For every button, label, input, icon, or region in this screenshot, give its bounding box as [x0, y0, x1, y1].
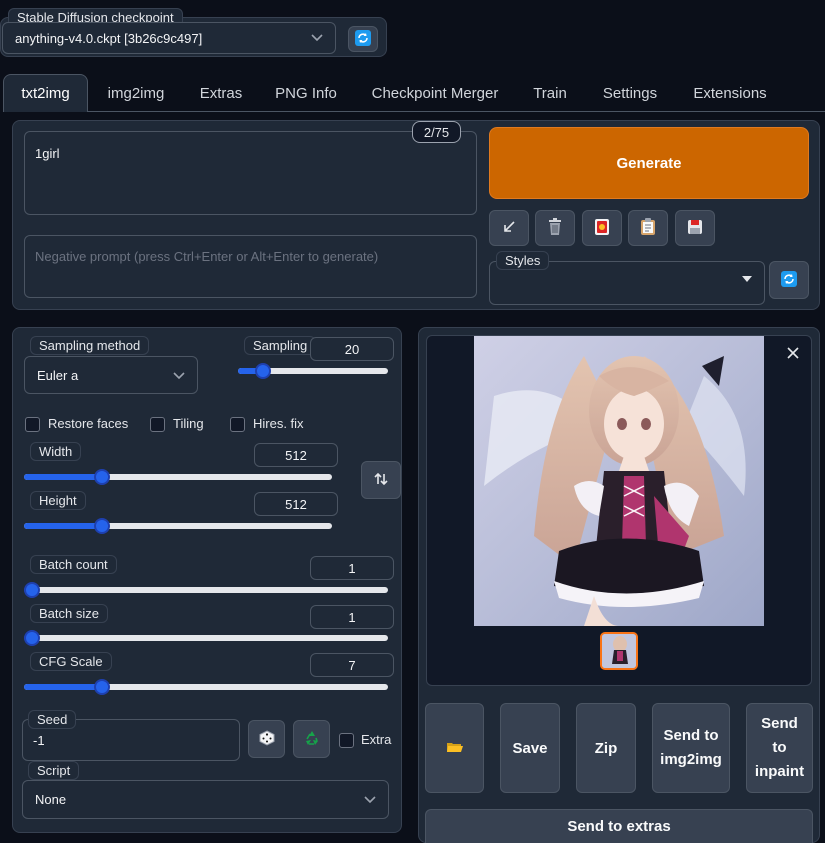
height-input[interactable]: 512	[254, 492, 338, 516]
extra-seed-label: Extra	[361, 732, 392, 747]
send-to-extras-button[interactable]: Send to extras	[425, 809, 813, 843]
batch-count-input[interactable]: 1	[310, 556, 394, 580]
batch-size-input[interactable]: 1	[310, 605, 394, 629]
token-counter: 2/75	[412, 121, 461, 143]
batch-size-label: Batch size	[30, 604, 108, 623]
gallery-thumbnail[interactable]	[600, 632, 638, 670]
swap-arrows-icon	[374, 472, 388, 489]
script-value: None	[35, 792, 67, 807]
script-dropdown[interactable]: None	[22, 780, 389, 819]
card-icon	[594, 218, 610, 239]
tab-settings[interactable]: Settings	[590, 74, 670, 112]
zip-label: Zip	[594, 739, 618, 757]
tab-extras[interactable]: Extras	[190, 74, 252, 112]
tab-checkpoint-merger[interactable]: Checkpoint Merger	[360, 74, 510, 112]
random-seed-button[interactable]	[248, 720, 285, 758]
script-label: Script	[28, 761, 80, 780]
recycle-icon	[303, 729, 321, 750]
width-input[interactable]: 512	[254, 443, 338, 467]
send-to-img2img-button[interactable]: Send to img2img	[652, 703, 730, 793]
styles-refresh-button[interactable]	[769, 261, 809, 299]
apply-style-button[interactable]	[628, 210, 668, 246]
generate-button[interactable]: Generate	[489, 127, 809, 199]
reuse-seed-button[interactable]	[293, 720, 330, 758]
prompt-text: 1girl	[35, 146, 60, 161]
save-button[interactable]: Save	[500, 703, 560, 793]
negative-prompt-input[interactable]: Negative prompt (press Ctrl+Enter or Alt…	[24, 235, 477, 298]
batch-count-label: Batch count	[30, 555, 117, 574]
tab-txt2img[interactable]: txt2img	[3, 74, 88, 112]
send-to-inpaint-button[interactable]: Send to inpaint	[746, 703, 813, 793]
send-to-img2img-label: Send to img2img	[660, 727, 722, 768]
zip-button[interactable]: Zip	[576, 703, 636, 793]
sampling-steps-label: Sampling	[244, 336, 317, 355]
arrow-down-left-icon	[502, 220, 516, 237]
cfg-scale-label: CFG Scale	[30, 652, 112, 671]
batch-size-slider[interactable]	[24, 630, 388, 646]
open-folder-button[interactable]	[425, 703, 484, 793]
chevron-down-icon	[364, 792, 376, 807]
generate-label: Generate	[616, 154, 682, 172]
styles-caret-icon	[742, 270, 752, 285]
floppy-disk-icon	[687, 219, 703, 238]
refresh-icon	[355, 29, 371, 49]
width-slider[interactable]	[24, 469, 332, 485]
trash-icon	[547, 217, 563, 239]
dice-icon	[259, 729, 275, 749]
close-image-icon[interactable]	[786, 346, 802, 362]
sampling-method-value: Euler a	[37, 367, 79, 383]
tab-extensions[interactable]: Extensions	[682, 74, 778, 112]
sampling-method-label: Sampling method	[30, 336, 150, 355]
tab-train[interactable]: Train	[522, 74, 578, 112]
save-style-button[interactable]	[675, 210, 715, 246]
seed-value: -1	[33, 733, 45, 748]
extra-networks-button[interactable]	[582, 210, 622, 246]
restore-faces-label: Restore faces	[48, 416, 129, 431]
chevron-down-icon	[173, 368, 185, 383]
height-label: Height	[30, 491, 86, 510]
chevron-down-icon	[311, 31, 323, 45]
batch-count-slider[interactable]	[24, 582, 388, 598]
send-to-inpaint-label: Send to inpaint	[754, 715, 805, 780]
extra-seed-checkbox[interactable]	[339, 733, 354, 748]
negative-prompt-placeholder: Negative prompt (press Ctrl+Enter or Alt…	[35, 249, 379, 264]
seed-label: Seed	[28, 710, 77, 729]
checkpoint-value: anything-v4.0.ckpt [3b26c9c497]	[15, 30, 203, 46]
tiling-label: Tiling	[173, 416, 204, 431]
restore-faces-checkbox[interactable]	[25, 417, 40, 432]
checkpoint-dropdown[interactable]: anything-v4.0.ckpt [3b26c9c497]	[2, 22, 336, 54]
tab-png-info[interactable]: PNG Info	[265, 74, 347, 112]
send-to-extras-label: Send to extras	[567, 818, 671, 835]
checkpoint-refresh-button[interactable]	[348, 26, 378, 52]
width-label: Width	[30, 442, 82, 461]
sampling-steps-slider[interactable]	[238, 363, 388, 379]
cfg-scale-input[interactable]: 7	[310, 653, 394, 677]
read-params-button[interactable]	[489, 210, 529, 246]
tab-img2img[interactable]: img2img	[95, 74, 177, 112]
folder-icon	[446, 740, 463, 756]
prompt-input[interactable]: 1girl	[24, 131, 477, 215]
tiling-checkbox[interactable]	[150, 417, 165, 432]
generated-image[interactable]	[474, 336, 764, 626]
clipboard-icon	[640, 217, 656, 239]
cfg-scale-slider[interactable]	[24, 679, 388, 695]
sampling-method-dropdown[interactable]: Euler a	[24, 356, 198, 394]
clear-prompt-button[interactable]	[535, 210, 575, 246]
hires-fix-label: Hires. fix	[253, 416, 304, 431]
hires-fix-checkbox[interactable]	[230, 417, 245, 432]
styles-label: Styles	[496, 251, 550, 270]
swap-dimensions-button[interactable]	[361, 461, 401, 499]
sampling-steps-input[interactable]: 20	[310, 337, 394, 361]
save-label: Save	[512, 739, 548, 757]
refresh-icon	[781, 270, 797, 290]
height-slider[interactable]	[24, 518, 332, 534]
